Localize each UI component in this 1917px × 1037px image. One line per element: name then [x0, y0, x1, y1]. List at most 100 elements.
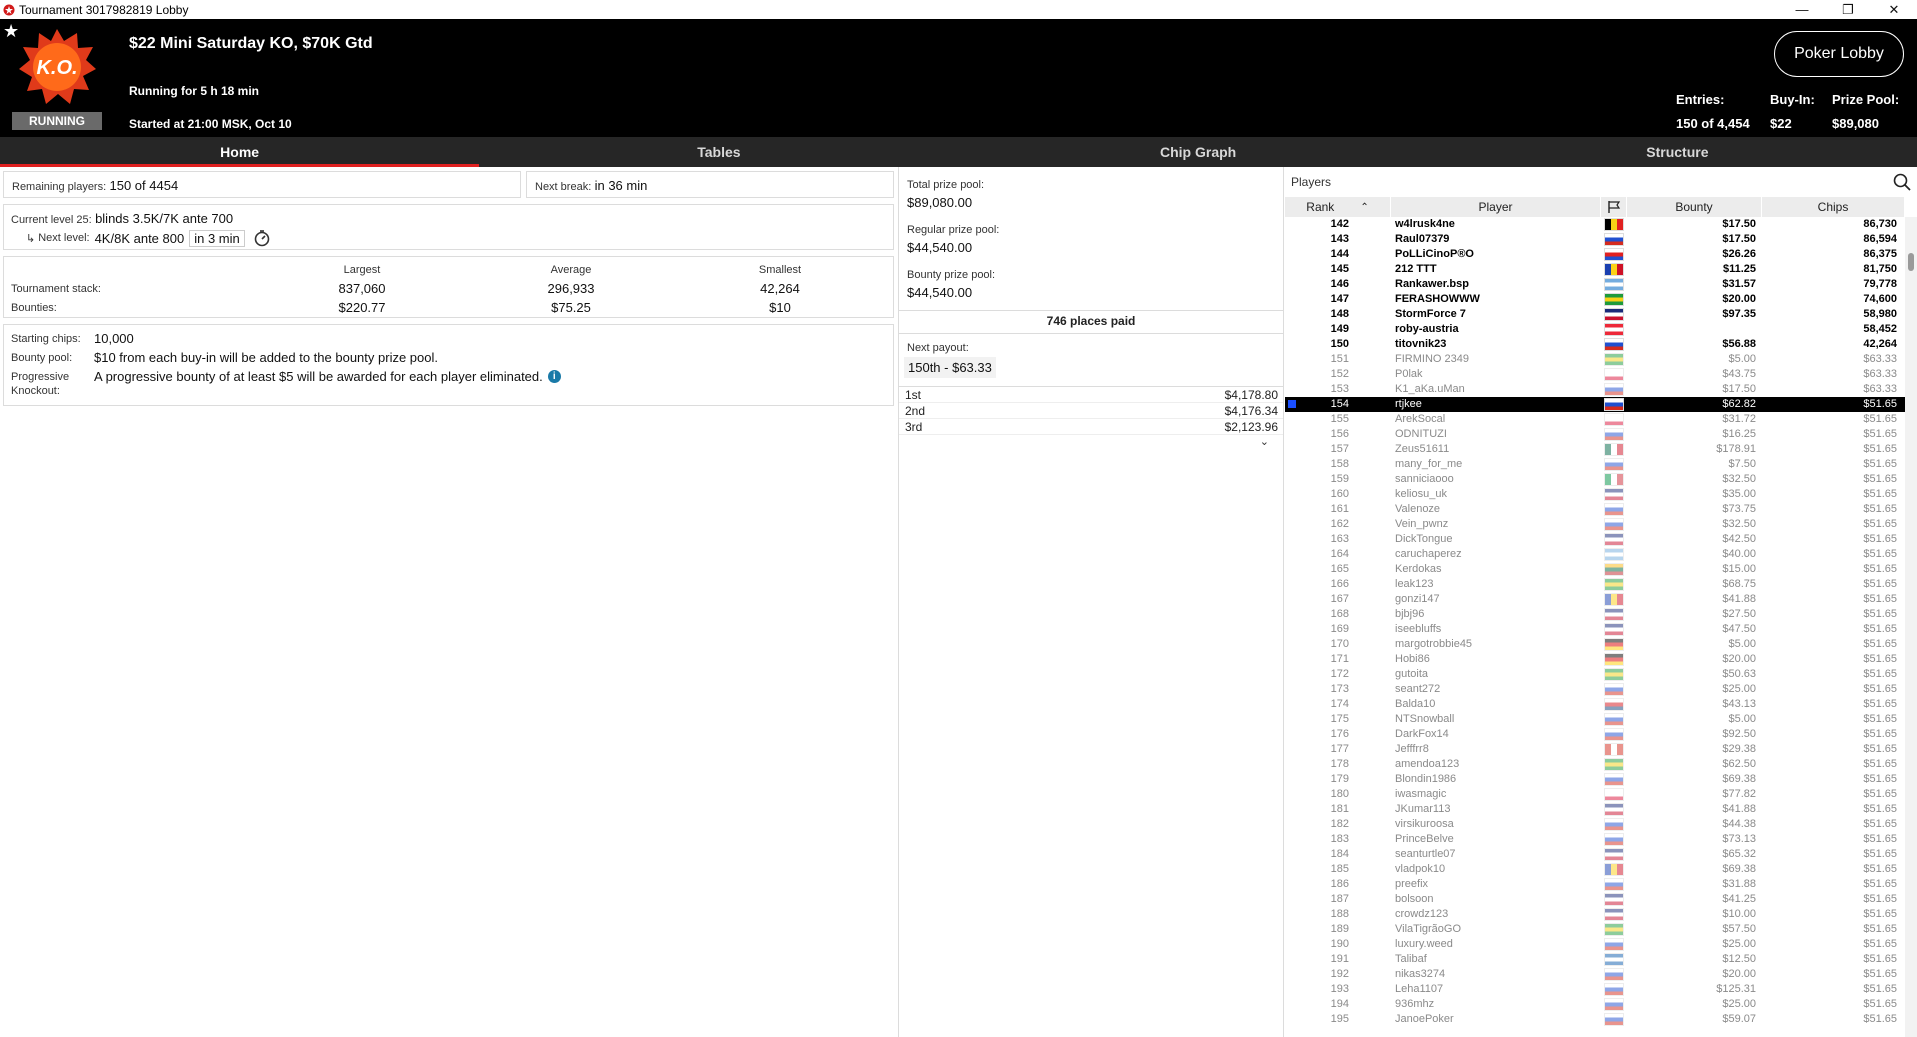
tournament-stack-label: Tournament stack: — [11, 283, 101, 295]
table-row[interactable]: 142 w4lrusk4ne $17.50 86,730 — [1285, 217, 1905, 232]
table-row[interactable]: 167 gonzi147 $41.88 $51.65 — [1285, 592, 1905, 607]
table-row[interactable]: 159 sanniciaooo $32.50 $51.65 — [1285, 472, 1905, 487]
country-flag-cell — [1601, 802, 1627, 817]
table-row[interactable]: 169 iseebluffs $47.50 $51.65 — [1285, 622, 1905, 637]
table-row[interactable]: 150 titovnik23 $56.88 42,264 — [1285, 337, 1905, 352]
table-row[interactable]: 189 VilaTigrãoGO $57.50 $51.65 — [1285, 922, 1905, 937]
country-flag-icon — [1604, 578, 1624, 591]
table-row[interactable]: 147 FERASHOWWW $20.00 74,600 — [1285, 292, 1905, 307]
timer-icon[interactable] — [253, 229, 271, 247]
table-row[interactable]: 164 caruchaperez $40.00 $51.65 — [1285, 547, 1905, 562]
table-row[interactable]: 168 bjbj96 $27.50 $51.65 — [1285, 607, 1905, 622]
tab-home[interactable]: Home — [0, 137, 480, 167]
player-chips: $51.65 — [1863, 443, 1897, 455]
minimize-button[interactable]: — — [1779, 0, 1825, 19]
table-row[interactable]: 171 Hobi86 $20.00 $51.65 — [1285, 652, 1905, 667]
country-flag-cell — [1601, 637, 1627, 652]
table-row[interactable]: 165 Kerdokas $15.00 $51.65 — [1285, 562, 1905, 577]
table-row[interactable]: 188 crowdz123 $10.00 $51.65 — [1285, 907, 1905, 922]
table-row[interactable]: 153 K1_aKa.uMan $17.50 $63.33 — [1285, 382, 1905, 397]
table-row[interactable]: 179 Blondin1986 $69.38 $51.65 — [1285, 772, 1905, 787]
table-row[interactable]: 191 Talibaf $12.50 $51.65 — [1285, 952, 1905, 967]
player-rank: 178 — [1330, 758, 1349, 770]
table-row[interactable]: 158 many_for_me $7.50 $51.65 — [1285, 457, 1905, 472]
player-name: sanniciaooo — [1395, 473, 1454, 485]
column-country[interactable] — [1601, 197, 1627, 217]
table-row[interactable]: 183 PrinceBelve $73.13 $51.65 — [1285, 832, 1905, 847]
table-row[interactable]: 193 Leha1107 $125.31 $51.65 — [1285, 982, 1905, 997]
poker-lobby-button[interactable]: Poker Lobby — [1774, 31, 1904, 77]
table-row[interactable]: 190 luxury.weed $25.00 $51.65 — [1285, 937, 1905, 952]
table-row[interactable]: 173 seant272 $25.00 $51.65 — [1285, 682, 1905, 697]
table-row[interactable]: 181 JKumar113 $41.88 $51.65 — [1285, 802, 1905, 817]
info-icon[interactable]: i — [547, 370, 561, 383]
table-row[interactable]: 182 virsikuroosa $44.38 $51.65 — [1285, 817, 1905, 832]
search-icon[interactable] — [1893, 173, 1911, 191]
table-row[interactable]: 156 ODNITUZI $16.25 $51.65 — [1285, 427, 1905, 442]
table-row[interactable]: 163 DickTongue $42.50 $51.65 — [1285, 532, 1905, 547]
player-bounty: $25.00 — [1722, 683, 1756, 695]
restore-button[interactable]: ❐ — [1825, 0, 1871, 19]
table-row[interactable]: 174 Balda10 $43.13 $51.65 — [1285, 697, 1905, 712]
table-row[interactable]: 170 margotrobbie45 $5.00 $51.65 — [1285, 637, 1905, 652]
table-row[interactable]: 151 FIRMINO 2349 $5.00 $63.33 — [1285, 352, 1905, 367]
table-row[interactable]: 166 leak123 $68.75 $51.65 — [1285, 577, 1905, 592]
table-row[interactable]: 187 bolsoon $41.25 $51.65 — [1285, 892, 1905, 907]
table-row[interactable]: 176 DarkFox14 $92.50 $51.65 — [1285, 727, 1905, 742]
table-row[interactable]: 185 vladpok10 $69.38 $51.65 — [1285, 862, 1905, 877]
table-row[interactable]: 144 PoLLiCinoP®O $26.26 86,375 — [1285, 247, 1905, 262]
table-row[interactable]: 157 Zeus51611 $178.91 $51.65 — [1285, 442, 1905, 457]
close-button[interactable]: ✕ — [1871, 0, 1917, 19]
table-row[interactable]: 184 seanturtle07 $65.32 $51.65 — [1285, 847, 1905, 862]
player-name: Raul07379 — [1395, 233, 1450, 245]
player-rank: 156 — [1330, 428, 1349, 440]
player-name: Balda10 — [1395, 698, 1436, 710]
table-row[interactable]: 160 keliosu_uk $35.00 $51.65 — [1285, 487, 1905, 502]
players-scrollbar[interactable] — [1905, 217, 1917, 1037]
player-bounty: $41.88 — [1722, 593, 1756, 605]
table-row[interactable]: 146 Rankawer.bsp $31.57 79,778 — [1285, 277, 1905, 292]
player-chips: $51.65 — [1863, 488, 1897, 500]
table-row[interactable]: 149 roby-austria 58,452 — [1285, 322, 1905, 337]
expand-payouts-chevron-icon[interactable]: ⌄ — [1260, 435, 1269, 448]
table-row[interactable]: 178 amendoa123 $62.50 $51.65 — [1285, 757, 1905, 772]
table-row[interactable]: 152 P0lak $43.75 $63.33 — [1285, 367, 1905, 382]
column-bounty[interactable]: Bounty — [1627, 197, 1762, 217]
table-row[interactable]: 143 Raul07379 $17.50 86,594 — [1285, 232, 1905, 247]
tab-structure[interactable]: Structure — [1438, 137, 1917, 167]
tab-tables[interactable]: Tables — [479, 137, 958, 167]
country-flag-cell — [1601, 787, 1627, 802]
scrollbar-thumb[interactable] — [1908, 253, 1914, 271]
player-name: ArekSocal — [1395, 413, 1446, 425]
table-row[interactable]: 177 Jefffrr8 $29.38 $51.65 — [1285, 742, 1905, 757]
tab-chip-graph[interactable]: Chip Graph — [959, 137, 1438, 167]
column-player[interactable]: Player — [1391, 197, 1601, 217]
country-flag-icon — [1604, 443, 1624, 456]
table-row[interactable]: 148 StormForce 7 $97.35 58,980 — [1285, 307, 1905, 322]
table-row[interactable]: 180 iwasmagic $77.82 $51.65 — [1285, 787, 1905, 802]
player-chips: $63.33 — [1863, 368, 1897, 380]
player-rank: 195 — [1330, 1013, 1349, 1025]
table-row[interactable]: 145 212 TTT $11.25 81,750 — [1285, 262, 1905, 277]
table-row[interactable]: 162 Vein_pwnz $32.50 $51.65 — [1285, 517, 1905, 532]
table-row[interactable]: 186 preefix $31.88 $51.65 — [1285, 877, 1905, 892]
table-row[interactable]: 194 936mhz $25.00 $51.65 — [1285, 997, 1905, 1012]
player-bounty: $92.50 — [1722, 728, 1756, 740]
table-row[interactable]: 192 nikas3274 $20.00 $51.65 — [1285, 967, 1905, 982]
table-row[interactable]: 195 JanoePoker $59.07 $51.65 — [1285, 1012, 1905, 1027]
country-flag-icon — [1604, 323, 1624, 336]
player-name: Blondin1986 — [1395, 773, 1457, 785]
column-rank[interactable]: Rank ⌃ — [1285, 197, 1391, 217]
player-bounty: $15.00 — [1722, 563, 1756, 575]
player-name: Zeus51611 — [1395, 443, 1450, 455]
table-row[interactable]: 155 ArekSocal $31.72 $51.65 — [1285, 412, 1905, 427]
column-chips[interactable]: Chips — [1762, 197, 1905, 217]
table-row[interactable]: 154 rtjkee $62.82 $51.65 — [1285, 397, 1905, 412]
player-name: many_for_me — [1395, 458, 1463, 470]
player-name: JKumar113 — [1395, 803, 1451, 815]
table-row[interactable]: 175 NTSnowball $5.00 $51.65 — [1285, 712, 1905, 727]
country-flag-cell — [1601, 262, 1627, 277]
table-row[interactable]: 161 Valenoze $73.75 $51.65 — [1285, 502, 1905, 517]
country-flag-icon — [1604, 473, 1624, 486]
table-row[interactable]: 172 gutoita $50.63 $51.65 — [1285, 667, 1905, 682]
